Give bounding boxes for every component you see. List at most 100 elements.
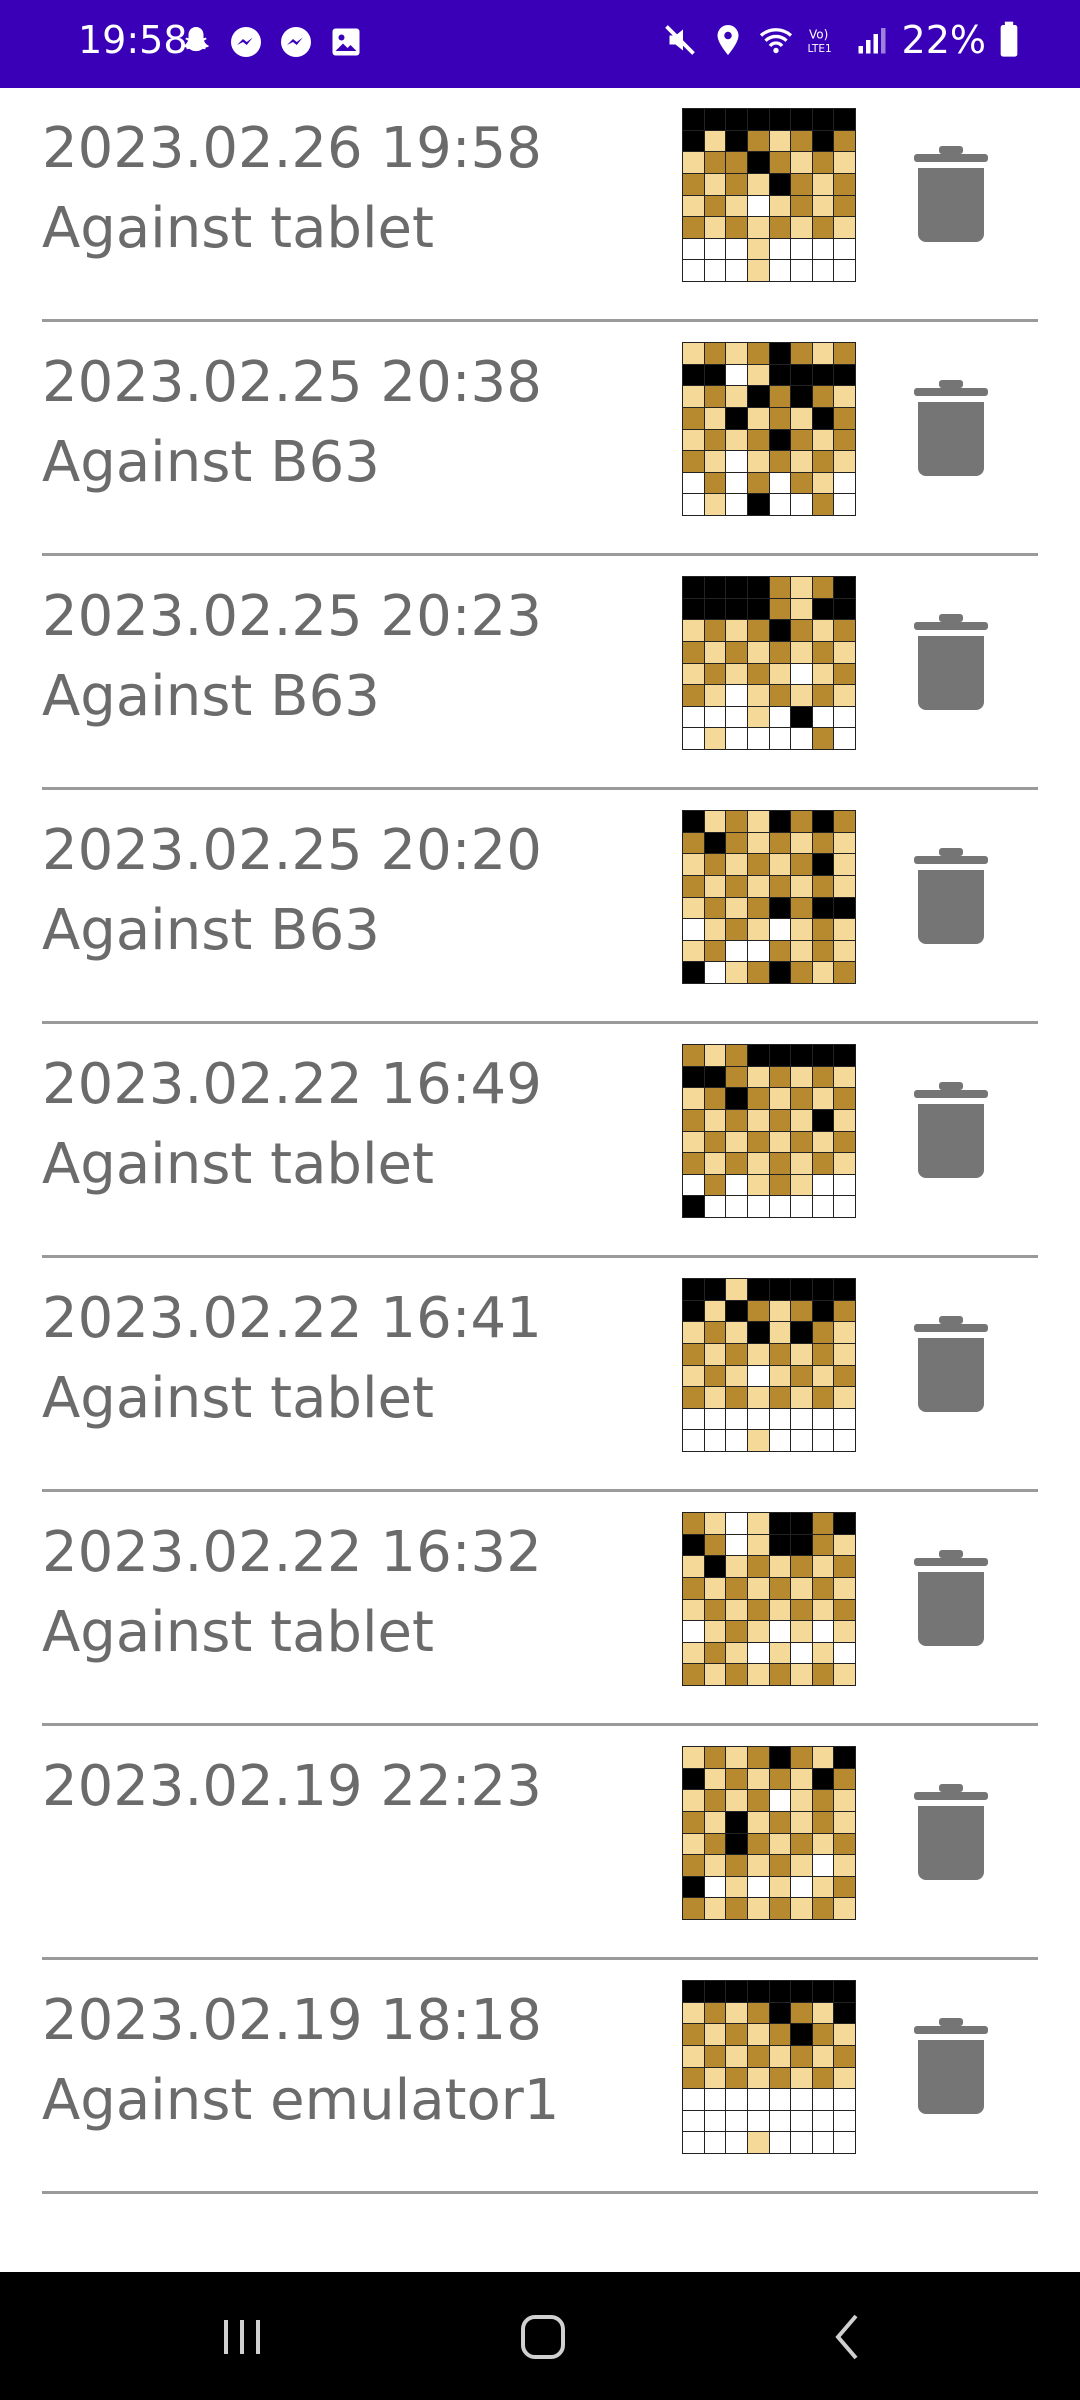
board-cell — [834, 1811, 855, 1833]
board-cell — [726, 429, 747, 451]
board-cell — [683, 1387, 704, 1408]
board-thumbnail[interactable] — [682, 1512, 856, 1686]
game-row[interactable]: 2023.02.25 20:20 Against B63 — [0, 790, 1080, 1024]
board-cell — [683, 1876, 704, 1898]
board-cell — [726, 472, 747, 494]
board-cell — [726, 238, 747, 260]
board-cell — [791, 2132, 812, 2153]
board-cell — [747, 875, 769, 897]
delete-icon[interactable] — [912, 1782, 990, 1882]
delete-icon[interactable] — [912, 612, 990, 712]
board-cell — [791, 1131, 812, 1153]
game-row[interactable]: 2023.02.22 16:32 Against tablet — [0, 1492, 1080, 1726]
board-cell — [812, 343, 834, 364]
board-cell — [747, 919, 769, 940]
board-cell — [769, 386, 791, 407]
board-cell — [791, 940, 812, 962]
game-row[interactable]: 2023.02.26 19:58 Against tablet — [0, 88, 1080, 322]
game-date: 2023.02.22 16:41 — [42, 1286, 542, 1351]
board-cell — [769, 940, 791, 962]
delete-icon[interactable] — [912, 378, 990, 478]
board-cell — [704, 1045, 726, 1066]
board-cell — [747, 940, 769, 962]
board-cell — [726, 364, 747, 386]
board-cell — [812, 897, 834, 919]
game-row[interactable]: 2023.02.19 18:18 Against emulator1 — [0, 1960, 1080, 2194]
delete-icon[interactable] — [912, 2016, 990, 2116]
board-cell — [834, 2024, 855, 2045]
messenger-icon — [281, 27, 311, 57]
board-cell — [834, 1196, 855, 1217]
board-cell — [812, 1556, 834, 1577]
board-cell — [704, 364, 726, 386]
delete-icon[interactable] — [912, 1080, 990, 1180]
board-cell — [683, 407, 704, 429]
board-cell — [834, 494, 855, 515]
board-cell — [704, 1790, 726, 1811]
game-row[interactable]: 2023.02.22 16:49 Against tablet — [0, 1024, 1080, 1258]
board-cell — [683, 598, 704, 620]
board-cell — [704, 1387, 726, 1408]
board-cell — [747, 2002, 769, 2024]
board-thumbnail[interactable] — [682, 1746, 856, 1920]
board-cell — [812, 1876, 834, 1898]
board-cell — [747, 620, 769, 641]
board-cell — [812, 1768, 834, 1790]
board-cell — [747, 1131, 769, 1153]
board-cell — [812, 1279, 834, 1300]
board-cell — [683, 472, 704, 494]
board-cell — [747, 1513, 769, 1534]
game-row[interactable]: 2023.02.25 20:38 Against B63 — [0, 322, 1080, 556]
board-cell — [747, 2110, 769, 2132]
recents-icon[interactable] — [202, 2302, 282, 2372]
delete-icon[interactable] — [912, 1548, 990, 1648]
board-thumbnail[interactable] — [682, 1044, 856, 1218]
board-cell — [683, 1109, 704, 1131]
game-row[interactable]: 2023.02.25 20:23 Against B63 — [0, 556, 1080, 790]
game-row[interactable]: 2023.02.19 22:23 — [0, 1726, 1080, 1960]
board-thumbnail[interactable] — [682, 108, 856, 282]
board-cell — [704, 620, 726, 641]
delete-icon[interactable] — [912, 144, 990, 244]
board-cell — [747, 1279, 769, 1300]
board-cell — [683, 1322, 704, 1343]
board-cell — [791, 1577, 812, 1599]
board-cell — [683, 706, 704, 728]
board-thumbnail[interactable] — [682, 1278, 856, 1452]
board-cell — [704, 897, 726, 919]
board-thumbnail[interactable] — [682, 810, 856, 984]
board-cell — [769, 343, 791, 364]
home-icon[interactable] — [503, 2302, 583, 2372]
board-cell — [812, 875, 834, 897]
board-thumbnail[interactable] — [682, 576, 856, 750]
snapchat-icon — [183, 27, 209, 52]
game-date: 2023.02.25 20:38 — [42, 350, 542, 415]
board-cell — [834, 1664, 855, 1685]
saved-games-list[interactable]: 2023.02.26 19:58 Against tablet 2023.02.25… — [0, 88, 1080, 2194]
board-cell — [769, 620, 791, 641]
board-thumbnail[interactable] — [682, 1980, 856, 2154]
board-cell — [834, 940, 855, 962]
board-cell — [791, 1088, 812, 1109]
board-cell — [834, 173, 855, 195]
board-cell — [791, 1768, 812, 1790]
back-icon[interactable] — [808, 2302, 888, 2372]
board-cell — [834, 429, 855, 451]
location-icon — [717, 25, 739, 55]
game-opponent: Against tablet — [42, 1132, 434, 1197]
board-cell — [683, 641, 704, 663]
battery-icon — [1000, 21, 1018, 57]
board-thumbnail[interactable] — [682, 342, 856, 516]
board-cell — [704, 811, 726, 832]
game-row[interactable]: 2023.02.22 16:41 Against tablet — [0, 1258, 1080, 1492]
board-cell — [704, 832, 726, 854]
board-cell — [683, 1898, 704, 1919]
board-cell — [791, 1300, 812, 1322]
board-cell — [791, 1599, 812, 1621]
delete-icon[interactable] — [912, 846, 990, 946]
board-cell — [812, 472, 834, 494]
board-cell — [769, 1898, 791, 1919]
delete-icon[interactable] — [912, 1314, 990, 1414]
board-cell — [769, 1513, 791, 1534]
board-cell — [769, 1153, 791, 1174]
